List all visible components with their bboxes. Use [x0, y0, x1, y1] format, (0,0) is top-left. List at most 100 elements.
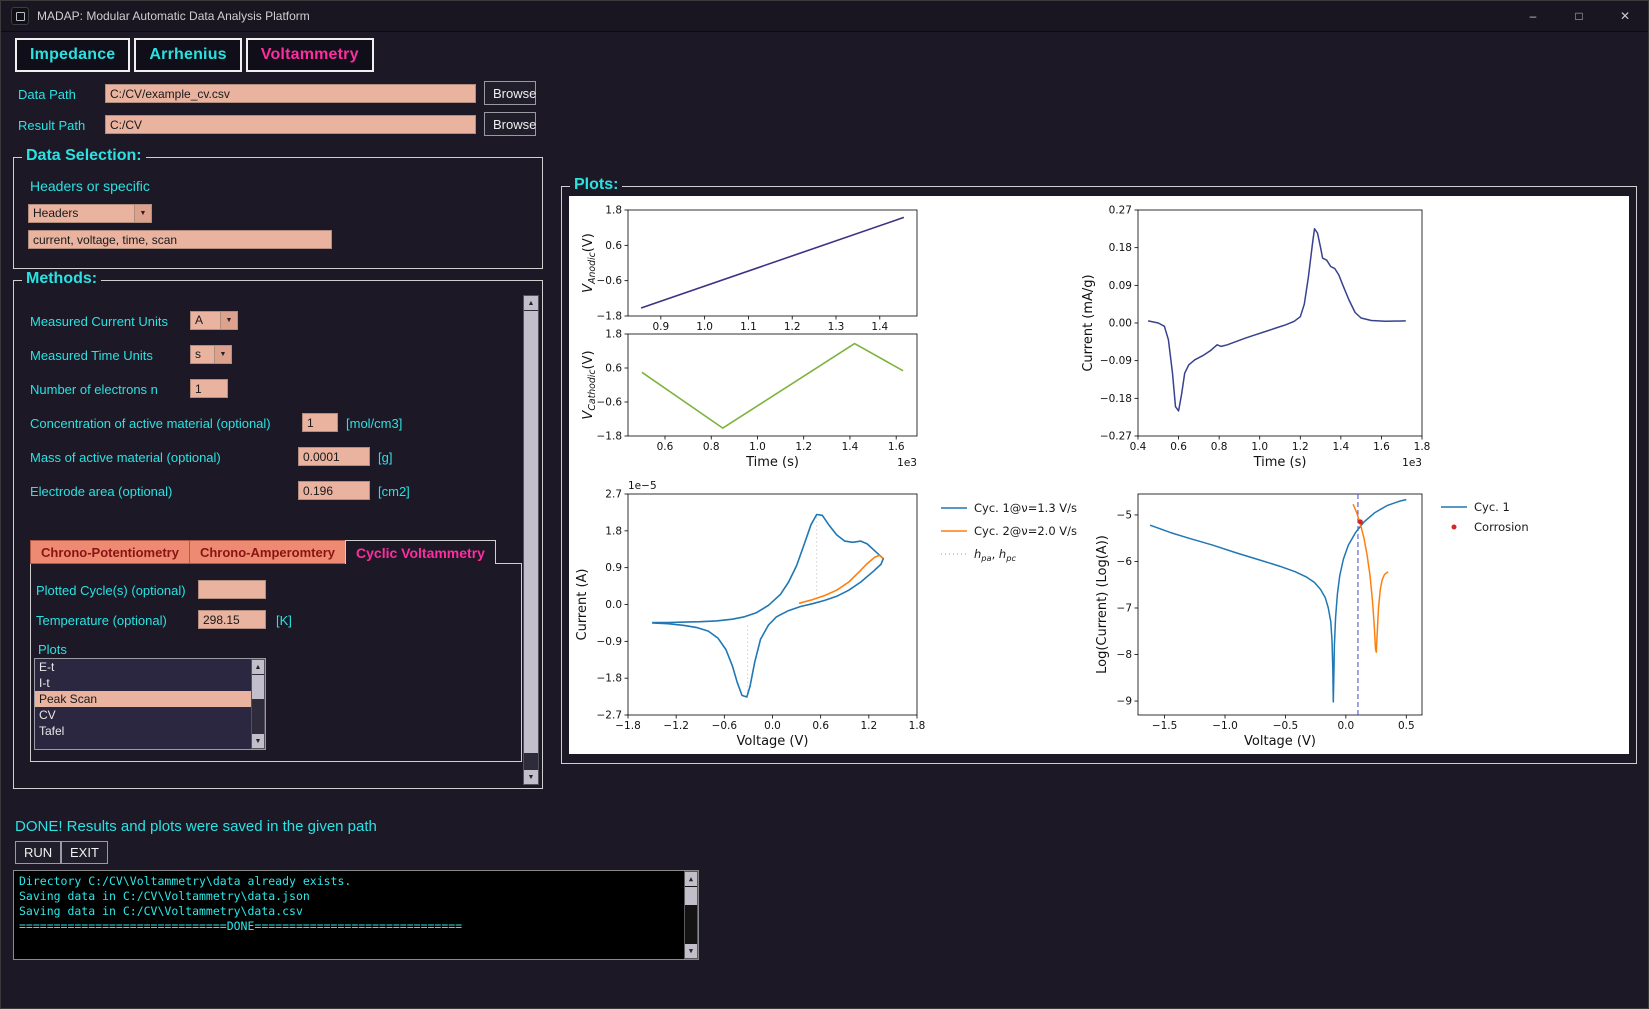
svg-text:1.2: 1.2 — [795, 441, 812, 453]
scroll-down-icon[interactable]: ▼ — [524, 770, 538, 784]
svg-text:−0.27: −0.27 — [1100, 431, 1132, 443]
chart-tafel: −1.5−1.0−0.50.00.5−9−8−7−6−5Voltage (V)L… — [1095, 494, 1529, 749]
svg-text:Voltage (V): Voltage (V) — [1244, 734, 1316, 749]
svg-text:0.4: 0.4 — [1130, 441, 1147, 453]
maximize-button[interactable]: □ — [1556, 1, 1602, 31]
temperature-label: Temperature (optional) — [36, 613, 167, 628]
exit-button[interactable]: EXIT — [61, 841, 108, 864]
chevron-down-icon: ▼ — [220, 312, 237, 329]
console-scrollbar[interactable]: ▲ ▼ — [684, 871, 698, 959]
data-selection-title: Data Selection: — [22, 147, 146, 165]
electrons-input[interactable] — [190, 379, 228, 398]
svg-text:−0.6: −0.6 — [597, 275, 623, 287]
svg-text:−6: −6 — [1117, 556, 1133, 568]
plots-list-scrollbar[interactable]: ▲ ▼ — [251, 659, 265, 749]
console-line: Saving data in C:/CV\Voltammetry\data.js… — [19, 889, 693, 904]
svg-text:Cyc. 1: Cyc. 1 — [1474, 500, 1510, 514]
svg-text:0.6: 0.6 — [1170, 441, 1187, 453]
tab-chrono-potentiometry[interactable]: Chrono-Potentiometry — [30, 540, 189, 564]
tab-voltammetry[interactable]: Voltammetry — [246, 38, 374, 72]
tab-chrono-amperometry[interactable]: Chrono-Amperomtery — [189, 540, 345, 564]
list-item-et[interactable]: E-t — [35, 659, 265, 675]
svg-text:0.8: 0.8 — [1211, 441, 1228, 453]
console-line: Directory C:/CV\Voltammetry\data already… — [19, 874, 693, 889]
chart-anodic-et: 0.91.01.11.21.31.4−1.8−0.60.61.8VAnodic(… — [581, 205, 917, 334]
svg-text:1.1: 1.1 — [740, 321, 757, 333]
tab-impedance[interactable]: Impedance — [15, 38, 130, 72]
svg-text:1.4: 1.4 — [871, 321, 888, 333]
scrollbar-thumb[interactable] — [524, 311, 538, 753]
concentration-label: Concentration of active material (option… — [30, 416, 271, 431]
plots-list-label: Plots — [38, 642, 67, 657]
app-window: MADAP: Modular Automatic Data Analysis P… — [0, 0, 1649, 1009]
scroll-up-icon[interactable]: ▲ — [252, 660, 264, 674]
tab-arrhenius[interactable]: Arrhenius — [134, 38, 241, 72]
svg-text:−1.5: −1.5 — [1152, 720, 1178, 732]
headers-dropdown-value: Headers — [29, 205, 134, 222]
headers-list-input[interactable] — [28, 230, 332, 249]
svg-text:−9: −9 — [1117, 696, 1132, 708]
scroll-up-icon[interactable]: ▲ — [685, 872, 697, 886]
temperature-input[interactable] — [198, 610, 266, 629]
svg-text:0.8: 0.8 — [703, 441, 720, 453]
svg-text:Time (s): Time (s) — [745, 455, 799, 470]
area-label: Electrode area (optional) — [30, 484, 172, 499]
svg-text:1.8: 1.8 — [605, 525, 622, 537]
scroll-down-icon[interactable]: ▼ — [252, 734, 264, 748]
svg-text:−1.8: −1.8 — [597, 431, 623, 443]
svg-text:0.5: 0.5 — [1398, 720, 1415, 732]
chart-current-time: 0.40.60.81.01.21.41.61.8−0.27−0.18−0.090… — [1081, 205, 1430, 471]
result-path-browse-button[interactable]: Browse — [484, 112, 536, 136]
svg-text:Time (s): Time (s) — [1253, 455, 1307, 470]
svg-text:Current (mA/g): Current (mA/g) — [1081, 274, 1096, 371]
svg-text:Cyc. 2@ν=2.0 V/s: Cyc. 2@ν=2.0 V/s — [974, 524, 1077, 538]
list-item-cv[interactable]: CV — [35, 707, 265, 723]
svg-text:0.6: 0.6 — [605, 240, 622, 252]
svg-text:Voltage (V): Voltage (V) — [737, 734, 809, 749]
svg-text:−7: −7 — [1117, 602, 1132, 614]
mass-input[interactable] — [298, 447, 370, 466]
scrollbar-thumb[interactable] — [252, 675, 264, 699]
svg-text:0.0: 0.0 — [1338, 720, 1355, 732]
window-title: MADAP: Modular Automatic Data Analysis P… — [37, 9, 310, 23]
methods-scrollbar[interactable]: ▲ ▼ — [523, 295, 539, 785]
svg-text:1e3: 1e3 — [1402, 457, 1422, 469]
svg-text:VAnodic(V): VAnodic(V) — [581, 233, 598, 293]
time-units-dropdown[interactable]: s ▼ — [190, 345, 232, 364]
close-button[interactable]: ✕ — [1602, 1, 1648, 31]
window-controls: – □ ✕ — [1510, 1, 1648, 31]
scroll-up-icon[interactable]: ▲ — [524, 296, 538, 310]
svg-text:0.6: 0.6 — [812, 720, 829, 732]
svg-text:−1.0: −1.0 — [1212, 720, 1238, 732]
data-path-browse-button[interactable]: Browse — [484, 81, 536, 105]
svg-text:1.2: 1.2 — [860, 720, 877, 732]
headers-dropdown[interactable]: Headers ▼ — [28, 204, 152, 223]
plotted-cycles-input[interactable] — [198, 580, 266, 599]
minimize-button[interactable]: – — [1510, 1, 1556, 31]
plots-listbox: E-t I-t Peak Scan CV Tafel ▲ ▼ — [34, 658, 266, 750]
data-path-input[interactable] — [105, 84, 476, 103]
list-item-peak-scan[interactable]: Peak Scan — [35, 691, 265, 707]
plots-title: Plots: — [570, 176, 622, 194]
scroll-down-icon[interactable]: ▼ — [685, 944, 697, 958]
methods-title: Methods: — [22, 270, 101, 288]
result-path-input[interactable] — [105, 115, 476, 134]
concentration-input[interactable] — [302, 413, 338, 432]
svg-text:1.3: 1.3 — [828, 321, 845, 333]
area-input[interactable] — [298, 481, 370, 500]
list-item-it[interactable]: I-t — [35, 675, 265, 691]
current-units-dropdown[interactable]: A ▼ — [190, 311, 238, 330]
list-item-tafel[interactable]: Tafel — [35, 723, 265, 739]
svg-text:1.8: 1.8 — [1414, 441, 1431, 453]
electrons-label: Number of electrons n — [30, 382, 158, 397]
svg-text:0.27: 0.27 — [1109, 205, 1132, 217]
tab-cyclic-voltammetry[interactable]: Cyclic Voltammetry — [345, 540, 496, 564]
plotted-cycles-label: Plotted Cycle(s) (optional) — [36, 583, 186, 598]
svg-text:1.8: 1.8 — [909, 720, 926, 732]
scrollbar-thumb[interactable] — [685, 887, 697, 905]
svg-text:−1.2: −1.2 — [663, 720, 689, 732]
run-button[interactable]: RUN — [15, 841, 61, 864]
data-selection-group: Data Selection: Headers or specific Head… — [13, 157, 543, 269]
chevron-down-icon: ▼ — [214, 346, 231, 363]
svg-text:Log(Current) (Log(A)): Log(Current) (Log(A)) — [1095, 535, 1110, 674]
